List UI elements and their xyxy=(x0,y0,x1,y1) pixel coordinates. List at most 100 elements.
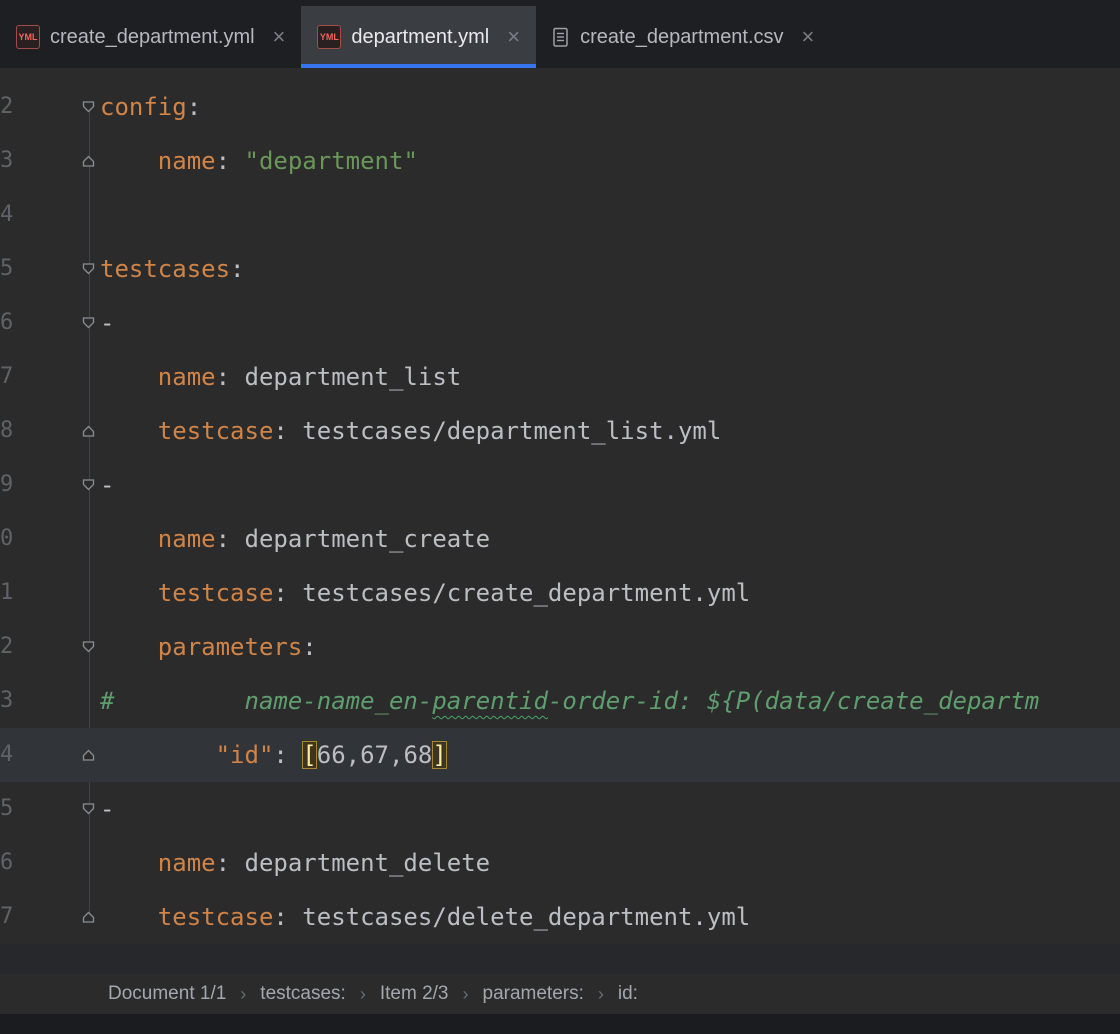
code-line[interactable]: 7 testcase: testcases/delete_department.… xyxy=(0,890,1120,944)
fold-collapse-icon[interactable] xyxy=(82,317,95,330)
gutter xyxy=(16,620,100,674)
line-number: 8 xyxy=(0,418,14,443)
code-text: "id": [66,67,68] xyxy=(215,741,447,769)
code-text: # name-name_en-parentid-order-id: ${P(da… xyxy=(100,687,1040,715)
fold-expand-icon[interactable] xyxy=(82,425,95,438)
gutter xyxy=(16,674,100,728)
line-number: 6 xyxy=(0,310,14,335)
tab-create-department-csv[interactable]: create_department.csv × xyxy=(536,6,830,68)
code-line[interactable]: 8 testcase: testcases/department_list.ym… xyxy=(0,404,1120,458)
breadcrumb-separator-icon: › xyxy=(462,983,469,1004)
line-number: 7 xyxy=(0,904,14,929)
code-line[interactable]: 5 testcases: xyxy=(0,242,1120,296)
line-number: 3 xyxy=(0,688,14,713)
yaml-file-icon: YML xyxy=(317,25,342,49)
tab-label: department.yml xyxy=(351,25,490,48)
gutter xyxy=(16,350,100,404)
code-line[interactable]: 4 "id": [66,67,68] xyxy=(0,728,1120,782)
code-line[interactable]: 5- xyxy=(0,782,1120,836)
code-text: name: department_create xyxy=(157,525,491,553)
gutter xyxy=(16,242,100,296)
gutter xyxy=(16,566,100,620)
window-bottom-edge xyxy=(0,1014,1120,1034)
fold-expand-icon[interactable] xyxy=(82,911,95,924)
code-line[interactable]: 3 # name-name_en-parentid-order-id: ${P(d… xyxy=(0,674,1120,728)
code-text: parameters: xyxy=(157,633,317,661)
code-text: testcase: testcases/delete_department.ym… xyxy=(157,903,751,931)
gutter xyxy=(16,890,100,944)
line-number: 5 xyxy=(0,796,14,821)
code-line[interactable]: 0 name: department_create xyxy=(0,512,1120,566)
fold-collapse-icon[interactable] xyxy=(82,101,95,114)
tab-create-department-yml[interactable]: YML create_department.yml × xyxy=(0,6,301,68)
gutter xyxy=(16,458,100,512)
breadcrumb-separator-icon: › xyxy=(597,983,604,1004)
line-number: 3 xyxy=(0,148,14,173)
fold-expand-icon[interactable] xyxy=(82,749,95,762)
line-number: 4 xyxy=(0,202,14,227)
gutter xyxy=(16,134,100,188)
breadcrumb-item[interactable]: Item 2/3 xyxy=(380,983,449,1005)
code-line[interactable]: 2 config: xyxy=(0,80,1120,134)
gutter xyxy=(16,296,100,350)
breadcrumb-item[interactable]: testcases: xyxy=(260,983,346,1005)
line-number: 0 xyxy=(0,526,14,551)
code-line[interactable]: 6- xyxy=(0,296,1120,350)
tab-label: create_department.csv xyxy=(580,25,784,48)
breadcrumb-item[interactable]: parameters: xyxy=(483,983,584,1005)
breadcrumb-item[interactable]: id: xyxy=(618,983,638,1005)
code-text: - xyxy=(100,309,115,337)
line-number: 5 xyxy=(0,256,14,281)
code-text: name: department_list xyxy=(157,363,462,391)
yaml-file-icon: YML xyxy=(16,25,40,49)
close-icon[interactable]: × xyxy=(802,26,815,48)
close-icon[interactable]: × xyxy=(507,26,520,48)
code-text: config: xyxy=(100,93,202,121)
close-icon[interactable]: × xyxy=(273,26,286,48)
code-text: name: department_delete xyxy=(157,849,491,877)
line-number: 2 xyxy=(0,634,14,659)
fold-expand-icon[interactable] xyxy=(82,155,95,168)
tab-department-yml[interactable]: YML department.yml × xyxy=(301,6,537,68)
code-line[interactable]: 1 testcase: testcases/create_department.… xyxy=(0,566,1120,620)
code-line[interactable]: 2 parameters: xyxy=(0,620,1120,674)
breadcrumb-separator-icon: › xyxy=(240,983,247,1004)
breadcrumb-separator-icon: › xyxy=(359,983,366,1004)
gutter xyxy=(16,188,100,242)
line-number: 9 xyxy=(0,472,14,497)
code-line[interactable]: 9- xyxy=(0,458,1120,512)
code-text: testcase: testcases/department_list.yml xyxy=(157,417,722,445)
gutter xyxy=(16,512,100,566)
line-number: 4 xyxy=(0,742,14,767)
code-line[interactable]: 3 name: "department" xyxy=(0,134,1120,188)
line-number: 7 xyxy=(0,364,14,389)
gutter xyxy=(16,80,100,134)
gutter xyxy=(16,404,100,458)
gutter xyxy=(16,836,100,890)
code-line[interactable]: 4 xyxy=(0,188,1120,242)
gutter xyxy=(16,728,100,782)
code-editor[interactable]: 2 config: 3 name: "department" 4 5 testcases:… xyxy=(0,68,1120,944)
fold-collapse-icon[interactable] xyxy=(82,803,95,816)
breadcrumb: Document 1/1 › testcases: › Item 2/3 › paramet… xyxy=(0,974,1120,1014)
code-text: name: "department" xyxy=(157,147,418,175)
editor-bottom-strip xyxy=(0,944,1120,974)
code-text: testcase: testcases/create_department.ym… xyxy=(157,579,751,607)
fold-collapse-icon[interactable] xyxy=(82,263,95,276)
code-text: - xyxy=(100,795,115,823)
code-text: testcases: xyxy=(100,255,245,283)
tab-label: create_department.yml xyxy=(50,25,255,48)
line-number: 1 xyxy=(0,580,14,605)
line-number: 2 xyxy=(0,94,14,119)
breadcrumb-item[interactable]: Document 1/1 xyxy=(108,983,226,1005)
fold-collapse-icon[interactable] xyxy=(82,641,95,654)
editor-tab-bar: YML create_department.yml × YML departme… xyxy=(0,0,1120,68)
fold-collapse-icon[interactable] xyxy=(82,479,95,492)
code-line[interactable]: 6 name: department_delete xyxy=(0,836,1120,890)
code-text: - xyxy=(100,471,115,499)
code-line[interactable]: 7 name: department_list xyxy=(0,350,1120,404)
csv-file-icon xyxy=(552,27,570,48)
line-number: 6 xyxy=(0,850,14,875)
gutter xyxy=(16,782,100,836)
